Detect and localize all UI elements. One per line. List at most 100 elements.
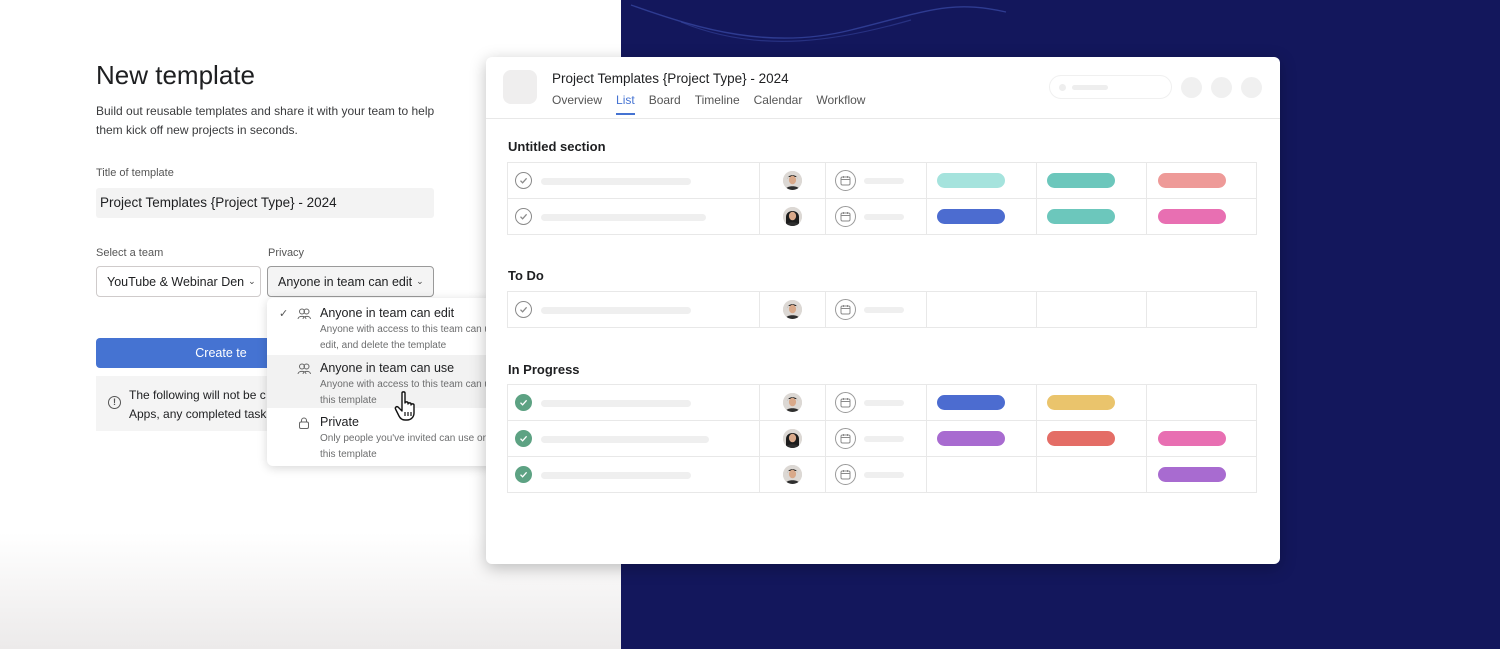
calendar-icon[interactable] xyxy=(835,392,856,413)
notice-text: The following will not be c Apps, any co… xyxy=(129,386,276,424)
cell-divider xyxy=(759,385,760,421)
option-description: Only people you've invited can use or ed… xyxy=(320,433,505,460)
option-description: Anyone with access to this team can use,… xyxy=(320,324,504,351)
tag-pill xyxy=(1047,431,1115,446)
tag-pill xyxy=(937,395,1005,410)
checkmark-icon: ✓ xyxy=(279,308,289,320)
privacy-option-private[interactable]: Private Only people you've invited can u… xyxy=(267,409,510,464)
cell-divider xyxy=(825,163,826,199)
task-name-skeleton xyxy=(541,214,706,221)
cell-divider xyxy=(926,385,927,421)
team-select[interactable]: YouTube & Webinar Den ⌄ xyxy=(96,266,261,297)
assignee-avatar xyxy=(783,393,802,412)
project-preview-window: Project Templates {Project Type} - 2024 … xyxy=(486,57,1280,564)
search-placeholder xyxy=(1049,75,1172,99)
cell-divider xyxy=(759,163,760,199)
due-date-skeleton xyxy=(864,400,904,406)
calendar-icon[interactable] xyxy=(835,299,856,320)
calendar-icon[interactable] xyxy=(835,170,856,191)
cell-divider xyxy=(926,457,927,493)
lock-icon xyxy=(299,417,309,429)
section-task-table xyxy=(507,162,1257,235)
section-task-table xyxy=(507,291,1257,328)
cell-divider xyxy=(926,199,927,235)
task-name-skeleton xyxy=(541,472,691,479)
cell-divider xyxy=(1036,163,1037,199)
project-icon xyxy=(503,70,537,104)
option-title: Anyone in team can use xyxy=(320,361,455,375)
header-circle-button xyxy=(1241,77,1262,98)
tab-overview[interactable]: Overview xyxy=(552,93,602,115)
tag-pill xyxy=(1158,431,1226,446)
task-row[interactable] xyxy=(507,163,1257,199)
cell-divider xyxy=(1036,421,1037,457)
section-title: Untitled section xyxy=(508,139,606,154)
complete-checkbox-icon[interactable] xyxy=(515,172,532,189)
notice-box: ! The following will not be c Apps, any … xyxy=(96,376,276,431)
privacy-select[interactable]: Anyone in team can edit ⌄ xyxy=(267,266,434,297)
search-skeleton xyxy=(1072,85,1108,90)
calendar-icon[interactable] xyxy=(835,428,856,449)
tag-pill xyxy=(1158,467,1226,482)
complete-checkbox-icon[interactable] xyxy=(515,208,532,225)
due-date-skeleton xyxy=(864,436,904,442)
create-template-button[interactable]: Create te xyxy=(96,338,276,368)
task-row[interactable] xyxy=(507,292,1257,328)
calendar-icon[interactable] xyxy=(835,206,856,227)
task-row[interactable] xyxy=(507,421,1257,457)
cell-divider xyxy=(926,163,927,199)
due-date-skeleton xyxy=(864,214,904,220)
complete-checkbox-icon[interactable] xyxy=(515,301,532,318)
task-row[interactable] xyxy=(507,457,1257,493)
cell-divider xyxy=(1036,199,1037,235)
tag-pill xyxy=(937,209,1005,224)
calendar-icon[interactable] xyxy=(835,464,856,485)
tag-pill xyxy=(1047,395,1115,410)
tab-list[interactable]: List xyxy=(616,93,635,115)
section-title: To Do xyxy=(508,268,544,283)
cell-divider xyxy=(1036,292,1037,328)
notice-line: Apps, any completed task xyxy=(129,407,267,421)
tab-calendar[interactable]: Calendar xyxy=(754,93,803,115)
notice-line: The following will not be c xyxy=(129,388,266,402)
task-row[interactable] xyxy=(507,199,1257,235)
privacy-label: Privacy xyxy=(268,247,305,259)
preview-header: Project Templates {Project Type} - 2024 … xyxy=(486,57,1280,119)
task-name-skeleton xyxy=(541,400,691,407)
preview-project-title: Project Templates {Project Type} - 2024 xyxy=(552,71,789,86)
team-label: Select a team xyxy=(96,247,164,259)
cell-divider xyxy=(825,421,826,457)
privacy-option-team-use[interactable]: Anyone in team can use Anyone with acces… xyxy=(267,355,510,408)
preview-tabs: Overview List Board Timeline Calendar Wo… xyxy=(552,93,879,115)
tab-workflow[interactable]: Workflow xyxy=(816,93,865,115)
task-row[interactable] xyxy=(507,385,1257,421)
tag-pill xyxy=(937,173,1005,188)
team-icon xyxy=(297,308,311,320)
header-circle-button xyxy=(1181,77,1202,98)
privacy-dropdown-menu: ✓ Anyone in team can edit Anyone with ac… xyxy=(267,298,510,466)
complete-checkbox-icon[interactable] xyxy=(515,430,532,447)
task-name-skeleton xyxy=(541,307,691,314)
header-circle-button xyxy=(1211,77,1232,98)
info-icon: ! xyxy=(108,396,121,409)
chevron-down-icon: ⌄ xyxy=(248,276,256,286)
page-description: Build out reusable templates and share i… xyxy=(96,104,435,137)
assignee-avatar xyxy=(783,429,802,448)
cell-divider xyxy=(1146,457,1147,493)
section-task-table xyxy=(507,384,1257,493)
tag-pill xyxy=(1047,209,1115,224)
privacy-option-team-edit[interactable]: ✓ Anyone in team can edit Anyone with ac… xyxy=(267,298,510,354)
assignee-avatar xyxy=(783,171,802,190)
cell-divider xyxy=(1146,421,1147,457)
cell-divider xyxy=(1036,385,1037,421)
cell-divider xyxy=(1146,385,1147,421)
due-date-skeleton xyxy=(864,178,904,184)
page-title: New template xyxy=(96,60,255,90)
complete-checkbox-icon[interactable] xyxy=(515,394,532,411)
complete-checkbox-icon[interactable] xyxy=(515,466,532,483)
tab-board[interactable]: Board xyxy=(649,93,681,115)
assignee-avatar xyxy=(783,465,802,484)
tab-timeline[interactable]: Timeline xyxy=(695,93,740,115)
cell-divider xyxy=(926,421,927,457)
template-title-input[interactable]: Project Templates {Project Type} - 2024 xyxy=(96,188,434,218)
